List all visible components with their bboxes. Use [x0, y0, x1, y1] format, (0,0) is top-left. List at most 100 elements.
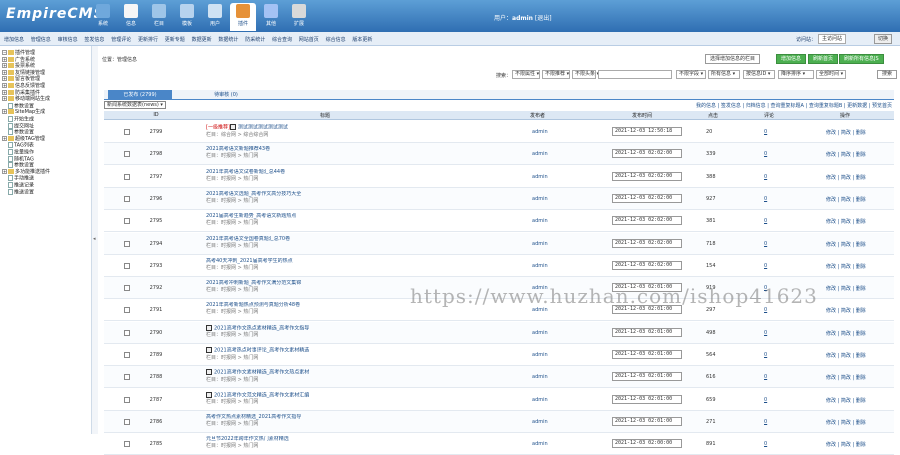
- comment-count-link[interactable]: 0: [764, 196, 767, 202]
- filter-select-7[interactable]: 全部时间 ▾: [816, 70, 846, 79]
- category-path[interactable]: 栏目：时报网 > 热门网: [206, 332, 436, 339]
- expand-toggle-icon[interactable]: +: [2, 168, 7, 174]
- row-actions[interactable]: 修改 | 简改 | 删除: [826, 196, 866, 203]
- title-link[interactable]: 高考作文热点素材精选_2021高考作文指导: [206, 414, 301, 420]
- comment-count-link[interactable]: 0: [764, 307, 767, 313]
- expand-toggle-icon[interactable]: +: [2, 109, 7, 115]
- title-link[interactable]: 2021届高考生新趋势_高考语文新题热点: [206, 213, 296, 219]
- title-link[interactable]: 2021高考冲刺新题_高考作文满分范文集锦: [206, 280, 301, 286]
- subnav-link-12[interactable]: 综合信息: [326, 36, 346, 43]
- row-checkbox[interactable]: [124, 262, 130, 269]
- title-link[interactable]: 2021高考作文范文精选_高考作文素材汇编: [214, 392, 309, 398]
- sidebar-item-3[interactable]: + 友情链接管理: [2, 69, 45, 76]
- category-path[interactable]: 栏目：时报网 > 热门网: [206, 355, 436, 362]
- row-actions[interactable]: 修改 | 简改 | 删除: [826, 307, 866, 314]
- row-checkbox[interactable]: [124, 329, 130, 336]
- filter-select-3[interactable]: 不限字段 ▾: [676, 70, 706, 79]
- category-path[interactable]: 栏目：时报网 > 热门网: [206, 309, 436, 316]
- subnav-link-7[interactable]: 数据更新: [192, 36, 212, 43]
- expand-toggle-icon[interactable]: +: [2, 96, 7, 102]
- title-link[interactable]: 2021高考作文热点素材精选_高考作文指导: [214, 325, 309, 331]
- comment-count-link[interactable]: 0: [764, 129, 767, 135]
- comment-count-link[interactable]: 0: [764, 352, 767, 358]
- category-path[interactable]: 栏目：时报网 > 热门网: [206, 287, 436, 294]
- subnav-link-10[interactable]: 综合查询: [272, 36, 292, 43]
- nav-item-2[interactable]: 栏目: [146, 3, 172, 31]
- row-actions[interactable]: 修改 | 简改 | 删除: [826, 352, 866, 359]
- category-path[interactable]: 栏目：时报网 > 热门网: [206, 198, 436, 205]
- nav-item-3[interactable]: 模板: [174, 3, 200, 31]
- publish-time-field[interactable]: 2021-12-03 02:01:00: [612, 416, 682, 426]
- col-id[interactable]: ID: [146, 112, 166, 118]
- title-link[interactable]: 2021年高考新题热点预测与真题分析48卷: [206, 302, 300, 308]
- search-input[interactable]: [598, 70, 672, 79]
- publish-time-field[interactable]: 2021-12-03 02:01:00: [612, 327, 682, 337]
- publish-time-field[interactable]: 2021-12-03 02:02:00: [612, 149, 682, 159]
- column-select[interactable]: 选择增加信息的栏目: [705, 54, 761, 64]
- row-actions[interactable]: 修改 | 简改 | 删除: [826, 441, 866, 448]
- row-actions[interactable]: 修改 | 简改 | 删除: [826, 263, 866, 270]
- expand-toggle-icon[interactable]: +: [2, 63, 7, 69]
- subnav-link-8[interactable]: 数据统计: [218, 36, 238, 43]
- sidebar-item-20[interactable]: 推送记录: [2, 182, 34, 189]
- tool-links[interactable]: 我的信息 | 签发信息 | 归档信息 | 查询重复标题A | 查询重复标题B |…: [696, 102, 892, 109]
- sidebar-item-16[interactable]: 随机TAG: [2, 155, 34, 162]
- sidebar-item-4[interactable]: + 留言板管理: [2, 76, 40, 82]
- comment-count-link[interactable]: 0: [764, 174, 767, 180]
- row-checkbox[interactable]: [124, 173, 130, 180]
- row-actions[interactable]: 修改 | 简改 | 删除: [826, 397, 866, 404]
- publish-time-field[interactable]: 2021-12-03 12:50:18: [612, 127, 682, 136]
- sidebar-item-5[interactable]: + 信息反馈管理: [2, 83, 45, 89]
- sidebar-item-12[interactable]: 参数设置: [2, 129, 34, 136]
- subnav-link-5[interactable]: 更新排行: [138, 36, 158, 43]
- publish-time-field[interactable]: 2021-12-03 02:01:00: [612, 350, 682, 359]
- col-time[interactable]: 发布时间: [632, 112, 652, 119]
- category-path[interactable]: 栏目：时报网 > 热门网: [206, 153, 436, 160]
- subnav-link-3[interactable]: 签发信息: [84, 36, 104, 43]
- nav-item-1[interactable]: 信息: [118, 3, 144, 31]
- expand-toggle-icon[interactable]: +: [2, 69, 7, 75]
- row-checkbox[interactable]: [124, 352, 130, 358]
- row-checkbox[interactable]: [124, 374, 130, 381]
- publish-time-field[interactable]: 2021-12-03 02:02:00: [612, 260, 682, 270]
- expand-toggle-icon[interactable]: +: [2, 56, 7, 62]
- comment-count-link[interactable]: 0: [764, 330, 767, 336]
- title-link[interactable]: 2021高考作文素材精选_高考作文热点素材: [214, 370, 309, 376]
- publish-time-field[interactable]: 2021-12-03 02:02:00: [612, 171, 682, 181]
- category-path[interactable]: 栏目：时报网 > 热门网: [206, 220, 436, 227]
- publish-time-field[interactable]: 2021-12-03 02:00:00: [612, 439, 682, 449]
- filter-select-5[interactable]: 按信息ID ▾: [743, 70, 775, 79]
- sidebar-item-17[interactable]: 参数设置: [2, 162, 34, 169]
- expand-toggle-icon[interactable]: +: [2, 135, 7, 141]
- category-path[interactable]: 栏目：时报网 > 热门网: [206, 377, 436, 384]
- sidebar-item-15[interactable]: 批量操作: [2, 149, 34, 156]
- row-actions[interactable]: 修改 | 简改 | 删除: [826, 241, 866, 248]
- filter-select-1[interactable]: 不限推荐 ▾: [542, 70, 570, 79]
- filter-select-2[interactable]: 不限头条 ▾: [572, 70, 599, 79]
- title-link[interactable]: 高考40天冲刺_2021届高考学生的热点: [206, 258, 293, 264]
- publish-time-field[interactable]: 2021-12-03 02:02:00: [612, 193, 682, 203]
- row-actions[interactable]: 修改 | 简改 | 删除: [826, 174, 866, 181]
- row-actions[interactable]: 修改 | 简改 | 删除: [826, 151, 866, 158]
- refresh-all-js-button[interactable]: 刷新所有信息JS: [839, 54, 884, 64]
- category-path[interactable]: 栏目：时报网 > 热门网: [206, 243, 436, 250]
- row-actions[interactable]: 修改 | 简改 | 删除: [826, 374, 866, 381]
- row-checkbox[interactable]: [124, 151, 130, 158]
- subnav-link-9[interactable]: 防采统计: [245, 36, 265, 43]
- table-select[interactable]: 新闻系统数据表(news) ▾: [104, 101, 166, 109]
- subnav-link-2[interactable]: 审核信息: [58, 36, 78, 43]
- publisher-link[interactable]: admin: [532, 307, 548, 313]
- comment-count-link[interactable]: 0: [764, 218, 767, 224]
- switch-button[interactable]: 切换: [874, 34, 893, 44]
- sidebar-item-2[interactable]: + 投票系统: [2, 63, 35, 69]
- row-checkbox[interactable]: [124, 285, 130, 292]
- sidebar-item-19[interactable]: 手动推送: [2, 175, 34, 182]
- publisher-link[interactable]: admin: [532, 419, 548, 425]
- category-path[interactable]: 栏目：时报网 > 热门网: [206, 399, 436, 406]
- comment-count-link[interactable]: 0: [764, 263, 767, 269]
- row-checkbox[interactable]: [124, 396, 130, 403]
- sidebar-item-18[interactable]: + 多功能推送插件: [2, 168, 50, 175]
- sidebar-item-7[interactable]: + 移动端网站生成: [2, 96, 50, 102]
- category-path[interactable]: 栏目：时报网 > 热门网: [206, 421, 436, 428]
- sidebar-item-13[interactable]: + 超级TAG管理: [2, 135, 45, 142]
